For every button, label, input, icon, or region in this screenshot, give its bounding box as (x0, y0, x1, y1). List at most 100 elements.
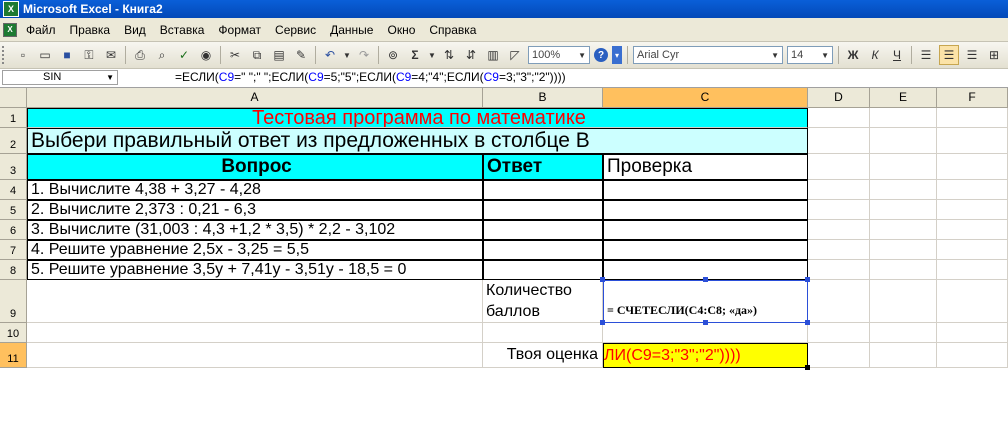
cell-c6-check[interactable] (603, 220, 808, 240)
selection-handle[interactable] (600, 320, 605, 325)
fill-handle[interactable] (805, 365, 810, 370)
grid-cell[interactable] (808, 260, 870, 280)
menu-edit[interactable]: Правка (63, 23, 118, 37)
undo-icon[interactable]: ↶ (321, 46, 339, 64)
research-icon[interactable]: ◉ (197, 46, 215, 64)
underline-button[interactable]: Ч (888, 46, 906, 64)
row-header-11[interactable]: 11 (0, 343, 27, 368)
row-header-1[interactable]: 1 (0, 108, 27, 128)
selection-handle[interactable] (805, 320, 810, 325)
select-all-corner[interactable] (0, 88, 27, 108)
autosum-dropdown-icon[interactable]: ▼ (428, 46, 436, 64)
cell-b11-grade-label[interactable]: Твоя оценка (483, 343, 603, 368)
column-header-a[interactable]: A (27, 88, 483, 108)
grid-cell[interactable] (937, 220, 1008, 240)
column-header-d[interactable]: D (808, 88, 870, 108)
redo-icon[interactable]: ↷ (355, 46, 373, 64)
row-header-6[interactable]: 6 (0, 220, 27, 240)
column-header-b[interactable]: B (483, 88, 603, 108)
grid-cell[interactable] (603, 323, 808, 343)
row-header-4[interactable]: 4 (0, 180, 27, 200)
menu-file[interactable]: Файл (19, 23, 63, 37)
format-painter-icon[interactable]: ✎ (292, 46, 310, 64)
selection-handle[interactable] (600, 277, 605, 282)
grid-cell[interactable] (937, 260, 1008, 280)
grid-cell[interactable] (808, 108, 870, 128)
grid-cell[interactable] (937, 180, 1008, 200)
grid-cell[interactable] (937, 200, 1008, 220)
selection-handle[interactable] (702, 320, 708, 325)
grid-cell[interactable] (808, 280, 870, 323)
cell-b7-answer[interactable] (483, 240, 603, 260)
cell-a7-question[interactable]: 4. Решите уравнение 2,5х - 3,25 = 5,5 (27, 240, 483, 260)
row-header-8[interactable]: 8 (0, 260, 27, 280)
grid-cell[interactable] (937, 240, 1008, 260)
formula-input[interactable]: =ЕСЛИ(C9=" ";" ";ЕСЛИ(C9=5;"5";ЕСЛИ(C9=4… (175, 70, 566, 84)
grid-cell[interactable] (870, 260, 937, 280)
grid-cell[interactable] (808, 200, 870, 220)
name-box[interactable]: SIN ▼ (2, 70, 118, 85)
cell-a2-instruction[interactable]: Выбери правильный ответ из предложенных … (27, 128, 808, 154)
grid-cell[interactable] (808, 180, 870, 200)
menu-window[interactable]: Окно (380, 23, 422, 37)
column-header-f[interactable]: F (937, 88, 1008, 108)
grid-cell[interactable] (870, 220, 937, 240)
grid-cell[interactable] (937, 154, 1008, 180)
grid-cell[interactable] (808, 220, 870, 240)
grid-cell[interactable] (937, 343, 1008, 368)
grid-cell[interactable] (870, 180, 937, 200)
grid-cell[interactable] (870, 240, 937, 260)
grid-cell[interactable] (870, 323, 937, 343)
grid-cell[interactable] (483, 323, 603, 343)
grid-cell[interactable] (808, 323, 870, 343)
row-header-5[interactable]: 5 (0, 200, 27, 220)
cell-a5-question[interactable]: 2. Вычислите 2,373 : 0,21 - 6,3 (27, 200, 483, 220)
cell-c9-score-formula[interactable]: = СЧЕТЕСЛИ(C4:C8; «да») (603, 280, 808, 323)
row-header-7[interactable]: 7 (0, 240, 27, 260)
grid-cell[interactable] (870, 128, 937, 154)
autosum-icon[interactable]: Σ (406, 46, 424, 64)
help-icon[interactable]: ? (594, 48, 608, 62)
cell-c11-grade-formula[interactable]: ЛИ(C9=3;"3";"2")))) (603, 343, 808, 368)
open-folder-icon[interactable]: ▭ (36, 46, 54, 64)
toolbar-grip[interactable] (2, 46, 10, 64)
menu-format[interactable]: Формат (211, 23, 268, 37)
grid-cell[interactable] (937, 280, 1008, 323)
grid-cell[interactable] (937, 323, 1008, 343)
grid-cell[interactable] (937, 128, 1008, 154)
print-preview-icon[interactable]: ⌕ (153, 46, 171, 64)
cell-c4-check[interactable] (603, 180, 808, 200)
grid-cell[interactable] (808, 343, 870, 368)
grid-cell[interactable] (27, 323, 483, 343)
sort-descending-icon[interactable]: ⇵ (462, 46, 480, 64)
save-icon[interactable]: ■ (58, 46, 76, 64)
menu-view[interactable]: Вид (117, 23, 153, 37)
align-left-icon[interactable]: ☰ (917, 46, 935, 64)
menu-data[interactable]: Данные (323, 23, 380, 37)
column-header-e[interactable]: E (870, 88, 937, 108)
cell-b5-answer[interactable] (483, 200, 603, 220)
menu-help[interactable]: Справка (422, 23, 483, 37)
hyperlink-icon[interactable]: ⊚ (384, 46, 402, 64)
grid-cell[interactable] (870, 343, 937, 368)
row-header-10[interactable]: 10 (0, 323, 27, 343)
chevron-down-icon[interactable]: ▼ (106, 71, 114, 84)
email-icon[interactable]: ✉ (102, 46, 120, 64)
zoom-select[interactable]: 100% ▼ (528, 46, 590, 64)
cell-a8-question[interactable]: 5. Решите уравнение 3,5у + 7,41у - 3,51у… (27, 260, 483, 280)
menu-insert[interactable]: Вставка (153, 23, 212, 37)
new-document-icon[interactable]: ▫ (14, 46, 32, 64)
cell-b6-answer[interactable] (483, 220, 603, 240)
permission-icon[interactable]: ⚿ (80, 46, 98, 64)
copy-icon[interactable]: ⧉ (248, 46, 266, 64)
italic-button[interactable]: К (866, 46, 884, 64)
cut-icon[interactable]: ✂ (226, 46, 244, 64)
paste-icon[interactable]: ▤ (270, 46, 288, 64)
toolbar-options-icon[interactable]: ▾ (612, 46, 622, 64)
cell-a6-question[interactable]: 3. Вычислите (31,003 : 4,3 +1,2 * 3,5) *… (27, 220, 483, 240)
row-header-2[interactable]: 2 (0, 128, 27, 154)
grid-cell[interactable] (808, 240, 870, 260)
row-header-9[interactable]: 9 (0, 280, 27, 323)
cell-c3-check-header[interactable]: Проверка (603, 154, 808, 180)
grid-cell[interactable] (808, 128, 870, 154)
